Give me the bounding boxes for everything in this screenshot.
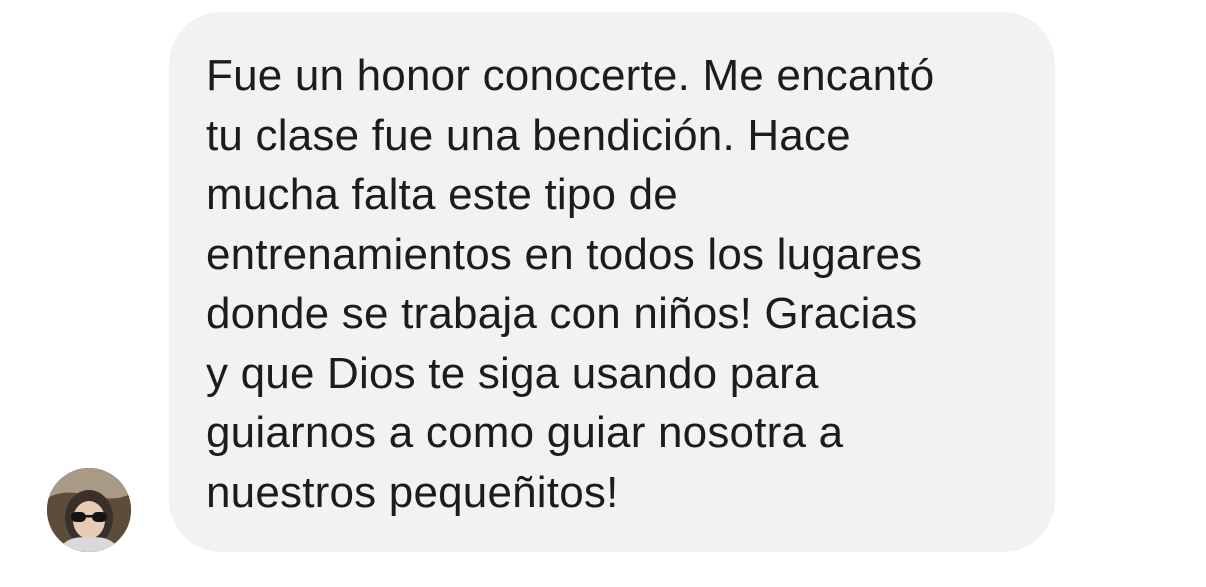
message-text: Fue un honor conocerte. Me encantó tu cl… (206, 51, 935, 517)
sender-avatar[interactable] (47, 468, 131, 552)
message-thread: Fue un honor conocerte. Me encantó tu cl… (0, 0, 1206, 587)
profile-photo-icon (47, 468, 131, 552)
message-bubble[interactable]: Fue un honor conocerte. Me encantó tu cl… (169, 12, 1055, 552)
